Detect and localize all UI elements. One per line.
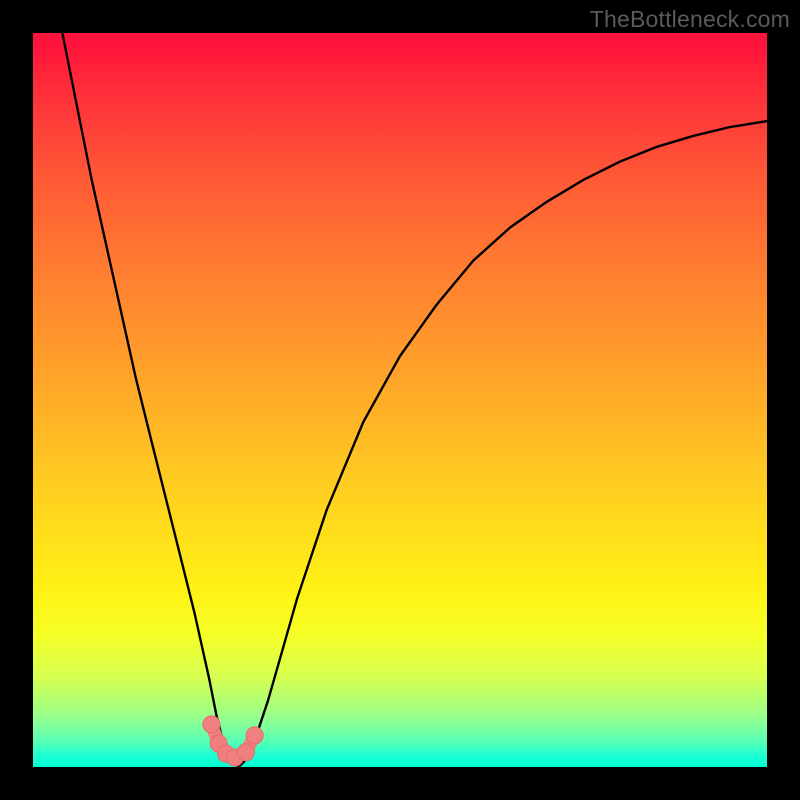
bottleneck-curve — [62, 33, 767, 767]
chart-svg — [33, 33, 767, 767]
watermark-text: TheBottleneck.com — [590, 6, 790, 33]
highlight-markers-group — [203, 716, 263, 766]
highlight-marker — [237, 744, 254, 761]
highlight-marker — [246, 727, 263, 744]
plot-area — [33, 33, 767, 767]
chart-frame: TheBottleneck.com — [0, 0, 800, 800]
highlight-marker — [203, 716, 220, 733]
